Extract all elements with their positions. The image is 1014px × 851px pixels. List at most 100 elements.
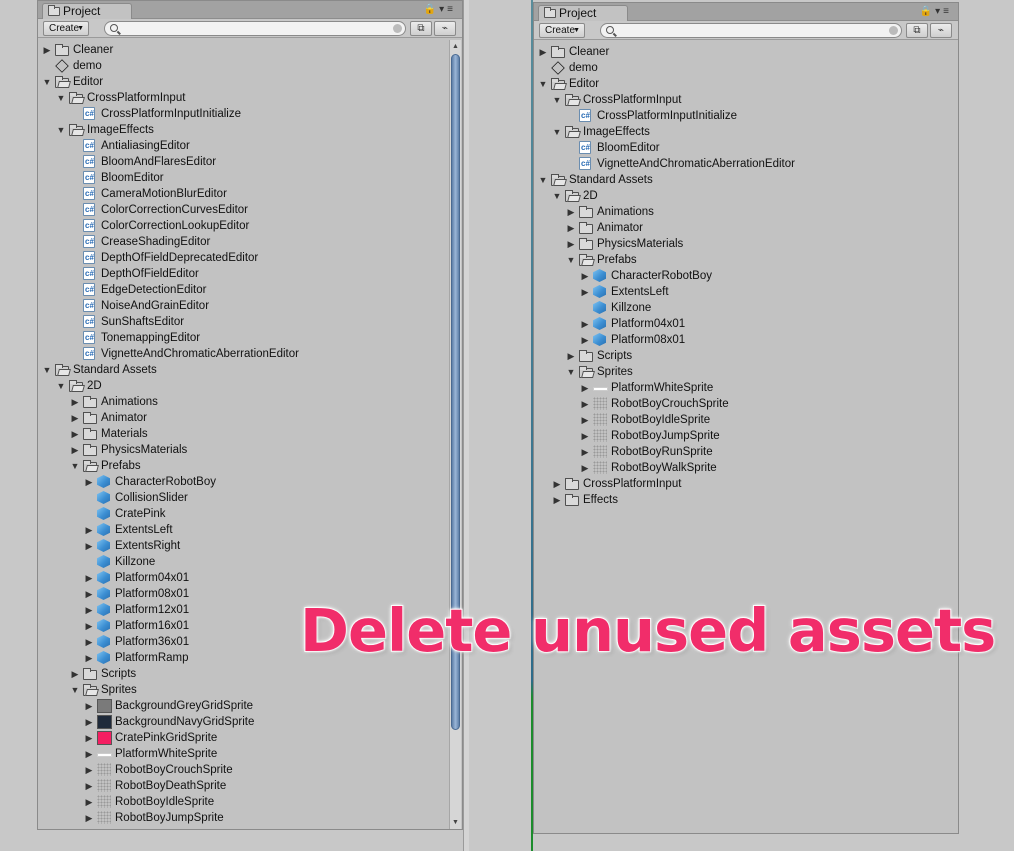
collapsed-arrow-icon[interactable]: ▶ [70,410,80,426]
tab-project[interactable]: Project [538,5,628,22]
tree-row[interactable]: ▶ RobotBoyJumpSprite [534,428,944,444]
expanded-arrow-icon[interactable]: ▼ [566,364,576,380]
tree-row[interactable]: ▶ ExtentsLeft [534,284,944,300]
expanded-arrow-icon[interactable]: ▼ [538,172,548,188]
tree-row[interactable]: demo [534,60,944,76]
collapsed-arrow-icon[interactable]: ▶ [580,444,590,460]
filter-by-label-button[interactable]: ⌁ [434,21,456,36]
tree-row[interactable]: TonemappingEditor [38,330,448,346]
tree-row[interactable]: ▼ Editor [38,74,448,90]
collapsed-arrow-icon[interactable]: ▶ [552,476,562,492]
collapsed-arrow-icon[interactable]: ▶ [580,284,590,300]
tree-row[interactable]: ▶ RobotBoyWalkSprite [534,460,944,476]
tree-row[interactable]: ▶ Animator [534,220,944,236]
tree-row[interactable]: ▼ Sprites [534,364,944,380]
collapsed-arrow-icon[interactable]: ▶ [84,586,94,602]
collapsed-arrow-icon[interactable]: ▶ [580,316,590,332]
tree-row[interactable]: ▶ PhysicsMaterials [534,236,944,252]
tree-row[interactable]: ▶ RobotBoyCrouchSprite [38,762,448,778]
collapsed-arrow-icon[interactable]: ▶ [84,618,94,634]
expanded-arrow-icon[interactable]: ▼ [552,188,562,204]
expanded-arrow-icon[interactable]: ▼ [538,76,548,92]
tree-row[interactable]: ColorCorrectionLookupEditor [38,218,448,234]
tree-row[interactable]: EdgeDetectionEditor [38,282,448,298]
collapsed-arrow-icon[interactable]: ▶ [566,220,576,236]
tree-row[interactable]: ▶ Scripts [534,348,944,364]
tree-row[interactable]: DepthOfFieldDeprecatedEditor [38,250,448,266]
tree-row[interactable]: ▶ ExtentsRight [38,538,448,554]
collapsed-arrow-icon[interactable]: ▶ [84,650,94,666]
tree-row[interactable]: ▶ RobotBoyRunSprite [534,444,944,460]
window-divider[interactable] [463,0,469,851]
collapsed-arrow-icon[interactable]: ▶ [552,492,562,508]
tree-row[interactable]: CratePink [38,506,448,522]
collapsed-arrow-icon[interactable]: ▶ [84,810,94,826]
tree-row[interactable]: ▶ CharacterRobotBoy [38,474,448,490]
expanded-arrow-icon[interactable]: ▼ [56,90,66,106]
tree-row[interactable]: ▼ Standard Assets [38,362,448,378]
tree-row[interactable]: CameraMotionBlurEditor [38,186,448,202]
tree-row[interactable]: ColorCorrectionCurvesEditor [38,202,448,218]
collapsed-arrow-icon[interactable]: ▶ [84,730,94,746]
tree-row[interactable]: ▶ RobotBoyCrouchSprite [534,396,944,412]
collapsed-arrow-icon[interactable]: ▶ [580,428,590,444]
tree-row[interactable]: ▶ BackgroundGreyGridSprite [38,698,448,714]
expanded-arrow-icon[interactable]: ▼ [70,458,80,474]
tree-row[interactable]: BloomAndFlaresEditor [38,154,448,170]
expanded-arrow-icon[interactable]: ▼ [56,378,66,394]
tree-row[interactable]: ▶ Cleaner [534,44,944,60]
tree-row[interactable]: CrossPlatformInputInitialize [534,108,944,124]
collapsed-arrow-icon[interactable]: ▶ [84,762,94,778]
collapsed-arrow-icon[interactable]: ▶ [84,698,94,714]
filter-by-type-button[interactable]: ⧉ [410,21,432,36]
tree-row[interactable]: ▼ CrossPlatformInput [534,92,944,108]
tree-row[interactable]: ▶ PlatformWhiteSprite [38,746,448,762]
tree-row[interactable]: CreaseShadingEditor [38,234,448,250]
expanded-arrow-icon[interactable]: ▼ [70,682,80,698]
collapsed-arrow-icon[interactable]: ▶ [70,442,80,458]
collapsed-arrow-icon[interactable]: ▶ [84,714,94,730]
tree-row[interactable]: ▶ Platform04x01 [534,316,944,332]
expanded-arrow-icon[interactable]: ▼ [566,252,576,268]
tree-row[interactable]: ▶ RobotBoyJumpSprite [38,810,448,826]
tree-row[interactable]: VignetteAndChromaticAberrationEditor [534,156,944,172]
tree-row[interactable]: ▶ Effects [534,492,944,508]
search-input[interactable] [104,21,406,36]
tree-row[interactable]: DepthOfFieldEditor [38,266,448,282]
tree-row[interactable]: ▶ Cleaner [38,42,448,58]
collapsed-arrow-icon[interactable]: ▶ [70,666,80,682]
tree-row[interactable]: ▼ CrossPlatformInput [38,90,448,106]
collapsed-arrow-icon[interactable]: ▶ [70,394,80,410]
tree-row[interactable]: Killzone [38,554,448,570]
filter-by-label-button[interactable]: ⌁ [930,23,952,38]
tree-row[interactable]: ▼ Prefabs [38,458,448,474]
tree-row[interactable]: ▶ PlatformWhiteSprite [534,380,944,396]
collapsed-arrow-icon[interactable]: ▶ [84,778,94,794]
tree-row[interactable]: ▼ Sprites [38,682,448,698]
tree-row[interactable]: ▶ Scripts [38,666,448,682]
collapsed-arrow-icon[interactable]: ▶ [70,426,80,442]
expanded-arrow-icon[interactable]: ▼ [552,124,562,140]
tree-row[interactable]: NoiseAndGrainEditor [38,298,448,314]
tree-row[interactable]: ▶ CharacterRobotBoy [534,268,944,284]
collapsed-arrow-icon[interactable]: ▶ [580,268,590,284]
collapsed-arrow-icon[interactable]: ▶ [566,348,576,364]
tree-row[interactable]: ▼ 2D [38,378,448,394]
create-button[interactable]: Create ▼ [539,23,585,38]
collapsed-arrow-icon[interactable]: ▶ [580,460,590,476]
window-menu-icon[interactable]: 🔒▾≡ [920,6,952,17]
collapsed-arrow-icon[interactable]: ▶ [84,522,94,538]
tree-row[interactable]: CollisionSlider [38,490,448,506]
tree-row[interactable]: ▼ Prefabs [534,252,944,268]
expanded-arrow-icon[interactable]: ▼ [42,74,52,90]
tree-row[interactable]: ▶ Materials [38,426,448,442]
collapsed-arrow-icon[interactable]: ▶ [42,42,52,58]
tree-row[interactable]: ▼ ImageEffects [38,122,448,138]
tab-project[interactable]: Project [42,3,132,20]
clear-search-icon[interactable] [889,26,898,35]
collapsed-arrow-icon[interactable]: ▶ [538,44,548,60]
collapsed-arrow-icon[interactable]: ▶ [580,380,590,396]
expanded-arrow-icon[interactable]: ▼ [56,122,66,138]
tree-row[interactable]: ▶ ExtentsLeft [38,522,448,538]
tree-row[interactable]: ▼ 2D [534,188,944,204]
